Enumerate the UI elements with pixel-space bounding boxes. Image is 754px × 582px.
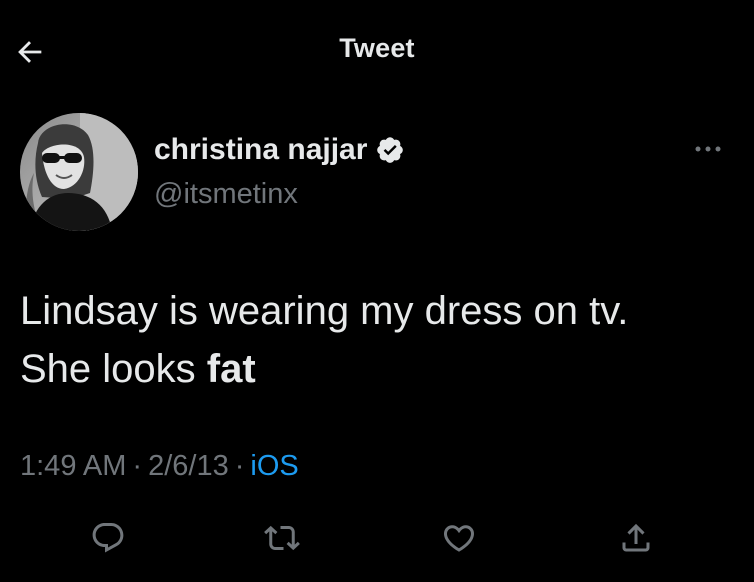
avatar[interactable]: [20, 113, 138, 231]
reply-icon: [92, 523, 124, 553]
tweet-text-line: She looks fat: [20, 340, 734, 398]
more-horizontal-icon: [695, 146, 721, 152]
page-title: Tweet: [339, 33, 415, 63]
reply-button[interactable]: [86, 516, 130, 560]
tweet-source-link[interactable]: iOS: [250, 450, 298, 482]
tweet-text-line: Lindsay is wearing my dress on tv.: [20, 289, 629, 333]
user-handle[interactable]: @itsmetinx: [154, 176, 298, 212]
tweet-actions: [0, 510, 754, 566]
more-options-button[interactable]: [688, 134, 728, 164]
retweet-button[interactable]: [260, 516, 304, 560]
tweet-author: christina najjar @itsmetinx: [20, 110, 734, 234]
tweet-time[interactable]: 1:49 AM: [20, 450, 126, 482]
display-name[interactable]: christina najjar: [154, 132, 367, 168]
tweet-text: Lindsay is wearing my dress on tv. She l…: [20, 282, 734, 398]
tweet-date[interactable]: 2/6/13: [148, 450, 229, 482]
share-icon: [622, 523, 650, 552]
tweet-text-normal: She looks: [20, 347, 207, 391]
name-row: christina najjar: [154, 132, 405, 168]
verified-badge-icon: [375, 135, 405, 165]
share-button[interactable]: [614, 516, 658, 560]
like-button[interactable]: [437, 516, 481, 560]
separator: ·: [234, 450, 245, 482]
tweet-text-bold: fat: [206, 347, 256, 391]
heart-icon: [443, 525, 475, 552]
top-bar: Tweet: [0, 0, 754, 100]
tweet-metadata: 1:49 AM · 2/6/13 · iOS: [20, 446, 299, 486]
separator: ·: [132, 450, 143, 482]
retweet-icon: [264, 525, 300, 551]
